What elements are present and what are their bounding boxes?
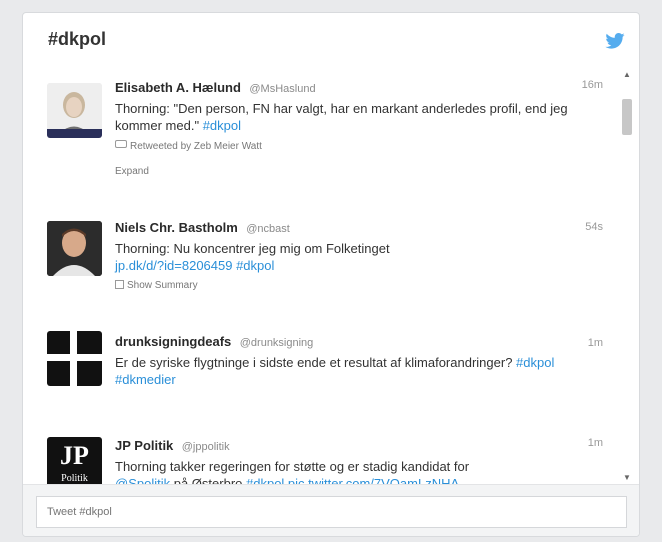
timeline-scrollbar[interactable]: ▲ ▼ [621,69,633,484]
tweet-timeline[interactable]: Elisabeth A. Hælund @MsHaslund Thorning:… [23,69,639,484]
scroll-up-arrow-icon[interactable]: ▲ [621,69,633,81]
avatar-logo-subtext: Politik [61,473,88,484]
widget-header: #dkpol [23,13,639,69]
twitter-bird-icon[interactable] [605,33,625,49]
avatar[interactable] [47,83,102,138]
tweet-item[interactable]: drunksigningdeafs @drunksigning Er de sy… [23,327,603,427]
tweet-text: Thorning: Nu koncentrer jeg mig om Folke… [115,240,575,274]
author-name[interactable]: Niels Chr. Bastholm [115,220,238,235]
tweet-composer [23,484,639,536]
mention-link[interactable]: @Spolitik [115,476,170,484]
retweet-info: Retweeted by Zeb Meier Watt [115,140,575,152]
author-name[interactable]: drunksigningdeafs [115,334,231,349]
author-name[interactable]: JP Politik [115,438,173,453]
author-handle[interactable]: @drunksigning [240,337,314,349]
author-name[interactable]: Elisabeth A. Hælund [115,80,241,95]
tweet-text-mid: på Østerbro [173,476,243,484]
retweet-icon [115,140,127,148]
tweet-body: drunksigningdeafs @drunksigning Er de sy… [115,333,575,388]
avatar[interactable] [47,331,102,386]
scroll-down-arrow-icon[interactable]: ▼ [621,472,633,484]
retweet-text[interactable]: Retweeted by Zeb Meier Watt [130,141,262,152]
scroll-thumb[interactable] [622,99,632,135]
tweet-link[interactable]: #dkpol pic.twitter.com/7VQamLzNHA [246,476,459,484]
tweet-text-main: Thorning: "Den person, FN har valgt, har… [115,101,568,133]
show-summary-link[interactable]: Show Summary [115,280,575,291]
tweet-body: JP Politik @jppolitik Thorning takker re… [115,437,575,484]
tweet-text: Thorning takker regeringen for støtte og… [115,458,575,484]
tweet-text-main: Er de syriske flygtninge i sidste ende e… [115,355,513,370]
tweet-text: Er de syriske flygtninge i sidste ende e… [115,354,575,388]
twitter-widget: #dkpol Elisabeth A. Hælund @MsHaslund Th… [22,12,640,537]
author-handle[interactable]: @ncbast [246,223,290,235]
tweet-item[interactable]: JP Politik JP Politik @jppolitik Thornin… [23,433,603,484]
tweet-timestamp[interactable]: 1m [588,437,603,449]
expand-link[interactable]: Expand [115,166,575,177]
tweet-timestamp[interactable]: 16m [582,79,603,91]
tweet-link[interactable]: jp.dk/d/?id=8206459 #dkpol [115,257,575,274]
avatar[interactable]: JP Politik [47,437,102,484]
tweet-text: Thorning: "Den person, FN har valgt, har… [115,100,575,134]
tweet-input[interactable] [36,496,627,528]
summary-icon [115,280,124,289]
author-handle[interactable]: @jppolitik [182,441,230,453]
tweet-timestamp[interactable]: 54s [585,221,603,233]
tweet-text-main: Thorning takker regeringen for støtte og… [115,459,470,474]
tweet-text-main: Thorning: Nu koncentrer jeg mig om Folke… [115,241,390,256]
tweet-body: Niels Chr. Bastholm @ncbast Thorning: Nu… [115,219,575,291]
hashtag-link[interactable]: #dkpol [203,118,241,133]
author-handle[interactable]: @MsHaslund [249,83,315,95]
tweet-timestamp[interactable]: 1m [588,337,603,349]
tweet-item[interactable]: Niels Chr. Bastholm @ncbast Thorning: Nu… [23,217,603,317]
tweet-body: Elisabeth A. Hælund @MsHaslund Thorning:… [115,79,575,177]
avatar[interactable] [47,221,102,276]
avatar-logo-text: JP [60,441,89,470]
summary-label: Show Summary [127,280,198,291]
hashtag-title[interactable]: #dkpol [48,29,106,50]
tweet-item[interactable]: Elisabeth A. Hælund @MsHaslund Thorning:… [23,75,603,205]
